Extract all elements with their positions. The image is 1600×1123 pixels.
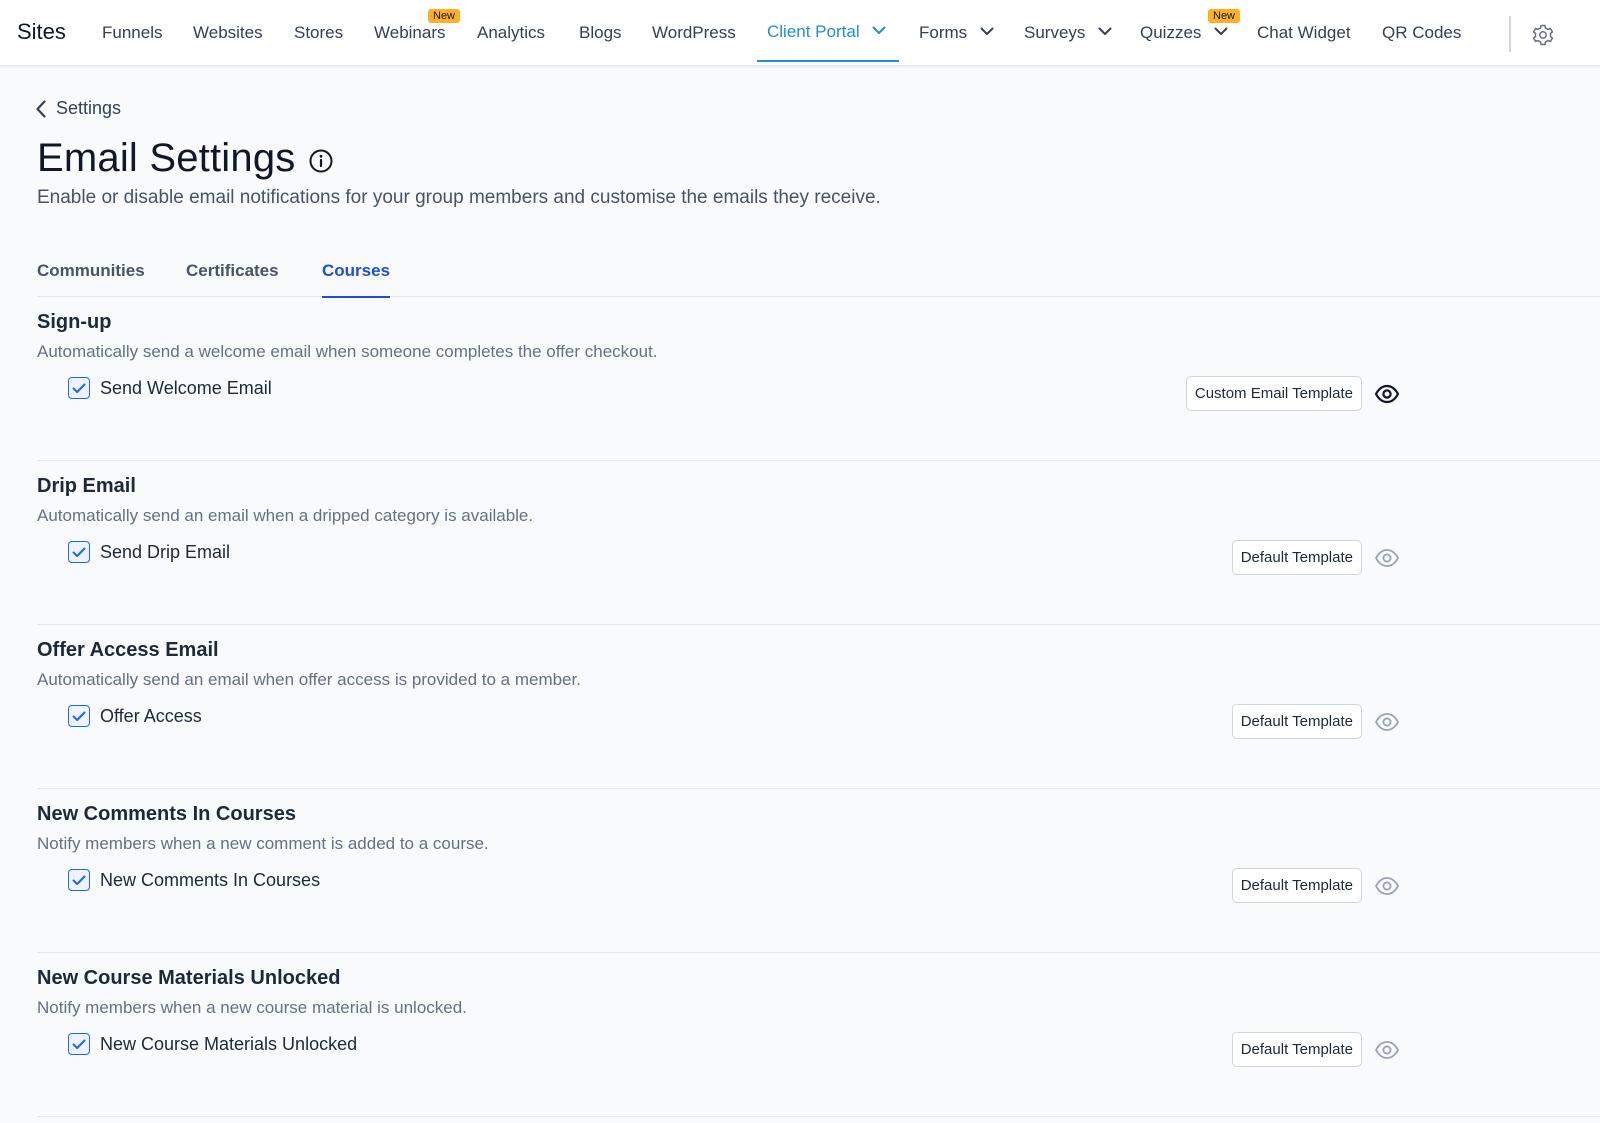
tab-communities[interactable]: Communities (37, 261, 145, 297)
page-subtitle: Enable or disable email notifications fo… (37, 187, 881, 208)
nav-item-websites[interactable]: Websites (193, 23, 263, 65)
info-icon[interactable] (308, 148, 334, 174)
nav-item-funnels[interactable]: Funnels (102, 23, 162, 65)
chevron-down-icon (1214, 27, 1228, 36)
eye-icon[interactable] (1374, 546, 1400, 570)
nav-item-qr-codes[interactable]: QR Codes (1382, 23, 1461, 65)
email-section-drip-email: Drip Email Automatically send an email w… (37, 461, 1600, 625)
section-title: Offer Access Email (37, 639, 219, 661)
email-template-button[interactable]: Default Template (1231, 540, 1362, 575)
email-section-sign-up: Sign-up Automatically send a welcome ema… (37, 297, 1600, 461)
nav-item-label: Chat Widget (1257, 23, 1351, 42)
eye-icon[interactable] (1374, 1038, 1400, 1062)
chevron-down-icon (872, 26, 886, 35)
back-label: Settings (56, 98, 122, 118)
email-section-course-materials: New Course Materials Unlocked Notify mem… (37, 953, 1600, 1117)
send-welcome-email-checkbox[interactable]: Send Welcome Email (68, 377, 272, 399)
section-description: Notify members when a new course materia… (37, 998, 467, 1017)
checkbox-label: Send Drip Email (100, 541, 231, 562)
section-title: New Comments In Courses (37, 803, 296, 825)
nav-item-label: Forms (919, 23, 968, 42)
nav-item-analytics[interactable]: Analytics (477, 23, 545, 65)
back-to-settings-link[interactable]: Settings (36, 98, 121, 119)
nav-item-blogs[interactable]: Blogs (579, 23, 622, 65)
tab-bar: Communities Certificates Courses (37, 255, 1600, 298)
checkbox-checked[interactable] (68, 705, 90, 727)
check-icon (72, 875, 86, 885)
new-badge: New (1208, 9, 1241, 23)
check-icon (72, 383, 86, 393)
eye-icon[interactable] (1374, 710, 1400, 734)
nav-item-label: Analytics (477, 23, 546, 42)
checkbox-label: New Course Materials Unlocked (100, 1033, 358, 1054)
nav-item-label: Surveys (1024, 23, 1086, 42)
section-description: Automatically send an email when a dripp… (37, 506, 534, 525)
new-comments-checkbox[interactable]: New Comments In Courses (68, 869, 320, 891)
section-description: Automatically send an email when offer a… (37, 670, 581, 689)
email-template-button[interactable]: Default Template (1231, 868, 1362, 903)
nav-item-wordpress[interactable]: WordPress (652, 23, 736, 65)
email-section-new-comments: New Comments In Courses Notify members w… (37, 789, 1600, 953)
nav-item-quizzes[interactable]: Quizzes (1140, 23, 1228, 65)
section-description: Automatically send a welcome email when … (37, 342, 658, 361)
email-section-offer-access: Offer Access Email Automatically send an… (37, 625, 1600, 789)
section-description: Notify members when a new comment is add… (37, 834, 489, 853)
check-icon (72, 1039, 86, 1049)
checkbox-checked[interactable] (68, 1033, 90, 1055)
nav-item-label: Quizzes (1140, 23, 1202, 42)
nav-item-stores[interactable]: Stores (294, 23, 343, 65)
email-template-button[interactable]: Default Template (1231, 704, 1362, 739)
nav-item-webinars[interactable]: Webinars (374, 23, 446, 65)
nav-item-client-portal[interactable]: Client Portal (756, 22, 900, 64)
check-icon (72, 547, 86, 557)
new-badge: New (428, 9, 461, 23)
nav-item-label: Blogs (579, 23, 622, 42)
nav-item-label: Client Portal (767, 22, 860, 41)
course-materials-checkbox[interactable]: New Course Materials Unlocked (68, 1033, 357, 1055)
nav-item-forms[interactable]: Forms (919, 23, 994, 65)
brand-title: Sites (17, 19, 66, 44)
eye-icon[interactable] (1374, 874, 1400, 898)
send-drip-email-checkbox[interactable]: Send Drip Email (68, 541, 230, 563)
check-icon (72, 711, 86, 721)
checkbox-label: New Comments In Courses (100, 869, 321, 890)
email-template-button[interactable]: Default Template (1231, 1032, 1362, 1067)
gear-icon[interactable] (1531, 23, 1555, 47)
tab-certificates[interactable]: Certificates (186, 261, 279, 297)
nav-item-label: Stores (294, 23, 344, 42)
section-title: Drip Email (37, 475, 136, 497)
section-title: New Course Materials Unlocked (37, 967, 341, 989)
offer-access-checkbox[interactable]: Offer Access (68, 705, 202, 727)
page-title: Email Settings (37, 136, 296, 180)
nav-item-label: Webinars (374, 23, 446, 42)
eye-icon[interactable] (1374, 382, 1400, 406)
nav-item-label: QR Codes (1382, 23, 1462, 42)
chevron-left-icon (36, 99, 46, 118)
nav-item-chat-widget[interactable]: Chat Widget (1257, 23, 1351, 65)
nav-item-label: Funnels (102, 23, 163, 42)
email-template-button[interactable]: Custom Email Template (1185, 376, 1362, 411)
checkbox-checked[interactable] (68, 377, 90, 399)
checkbox-checked[interactable] (68, 869, 90, 891)
checkbox-label: Send Welcome Email (100, 377, 272, 398)
section-title: Sign-up (37, 311, 112, 333)
nav-item-label: WordPress (652, 23, 736, 42)
chevron-down-icon (980, 27, 994, 36)
nav-divider (1509, 16, 1511, 52)
top-navigation: Sites Funnels Websites Stores Webinars N… (0, 0, 1600, 66)
nav-item-label: Websites (193, 23, 263, 42)
nav-item-surveys[interactable]: Surveys (1024, 23, 1112, 65)
chevron-down-icon (1098, 27, 1112, 36)
tab-courses[interactable]: Courses (322, 261, 391, 298)
checkbox-label: Offer Access (100, 705, 202, 726)
checkbox-checked[interactable] (68, 541, 90, 563)
